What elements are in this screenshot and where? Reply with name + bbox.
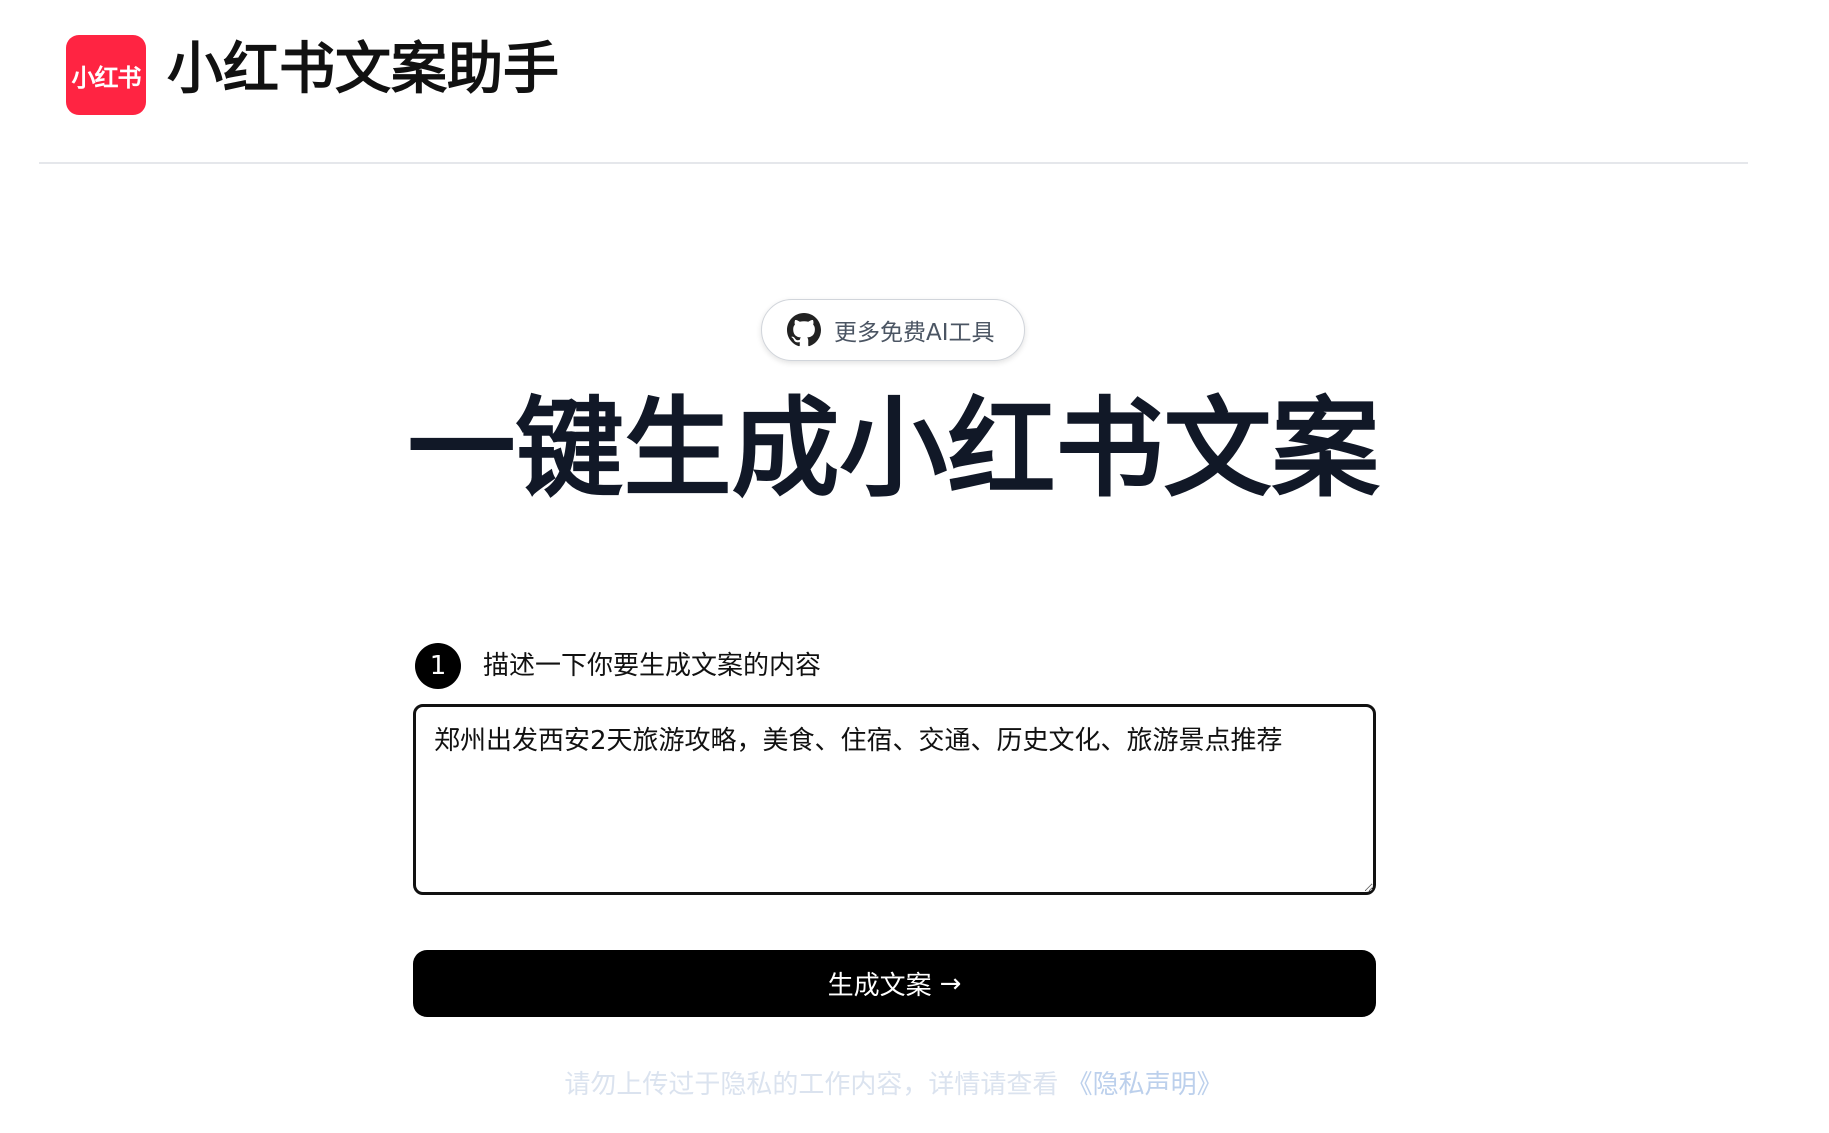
app-title: 小红书文案助手	[167, 37, 559, 102]
page: 小红书 小红书文案助手 更多免费AI工具 一键生成小红书文案 1 描述一下你要生…	[0, 0, 1829, 1133]
privacy-policy-link[interactable]: 《隐私声明》	[1067, 1070, 1223, 1100]
description-input[interactable]: 郑州出发西安2天旅游攻略，美食、住宿、交通、历史文化、旅游景点推荐	[413, 704, 1376, 895]
generate-button[interactable]: 生成文案 →	[413, 950, 1376, 1017]
step-label: 描述一下你要生成文案的内容	[483, 651, 822, 681]
generate-button-label: 生成文案	[827, 971, 932, 1001]
hero-title: 一键生成小红书文案	[407, 387, 1380, 512]
more-ai-tools-button[interactable]: 更多免费AI工具	[761, 299, 1025, 361]
header: 小红书 小红书文案助手	[39, 0, 1748, 164]
github-icon	[787, 313, 821, 347]
logo[interactable]: 小红书	[66, 35, 146, 115]
arrow-right-icon: →	[939, 968, 962, 999]
step-number-badge: 1	[415, 643, 461, 689]
more-ai-tools-label: 更多免费AI工具	[834, 320, 995, 346]
logo-text: 小红书	[71, 63, 142, 92]
privacy-text: 请勿上传过于隐私的工作内容，详情请查看	[564, 1070, 1059, 1100]
privacy-note: 请勿上传过于隐私的工作内容，详情请查看 《隐私声明》	[0, 1067, 1787, 1103]
